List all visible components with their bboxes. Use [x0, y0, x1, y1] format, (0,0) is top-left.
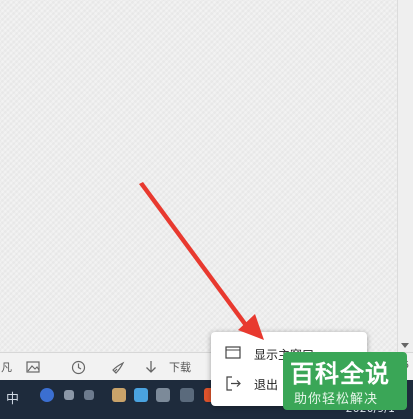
download-label: 下载: [169, 361, 191, 374]
input-method-indicator[interactable]: 中: [6, 388, 19, 407]
tray-app-icon-2[interactable]: [156, 388, 170, 402]
tray-icon-small[interactable]: [84, 390, 94, 400]
vertical-scrollbar[interactable]: [397, 0, 413, 352]
tray-app-icon-3[interactable]: [180, 388, 194, 402]
scroll-down-icon[interactable]: [401, 343, 409, 348]
watermark-subtitle: 助你轻松解决: [294, 392, 379, 407]
cloud-icon[interactable]: [134, 388, 148, 402]
image-icon[interactable]: [26, 358, 40, 376]
toolbar-partial-label: 凡: [1, 361, 12, 374]
exit-label: 退出: [254, 378, 279, 392]
app-tray-icon[interactable]: [40, 388, 54, 402]
app-content-area: [0, 0, 398, 352]
watermark-title: 百科全说: [290, 360, 390, 388]
rocket-icon[interactable]: [111, 358, 126, 376]
tray-app-icon[interactable]: [112, 388, 126, 402]
history-icon[interactable]: [71, 358, 86, 376]
download-button[interactable]: 下载: [145, 358, 191, 376]
toolbar-partial-item[interactable]: 凡: [0, 358, 12, 376]
exit-icon: [225, 376, 241, 394]
network-icon[interactable]: [64, 390, 74, 400]
window-icon: [225, 346, 241, 362]
